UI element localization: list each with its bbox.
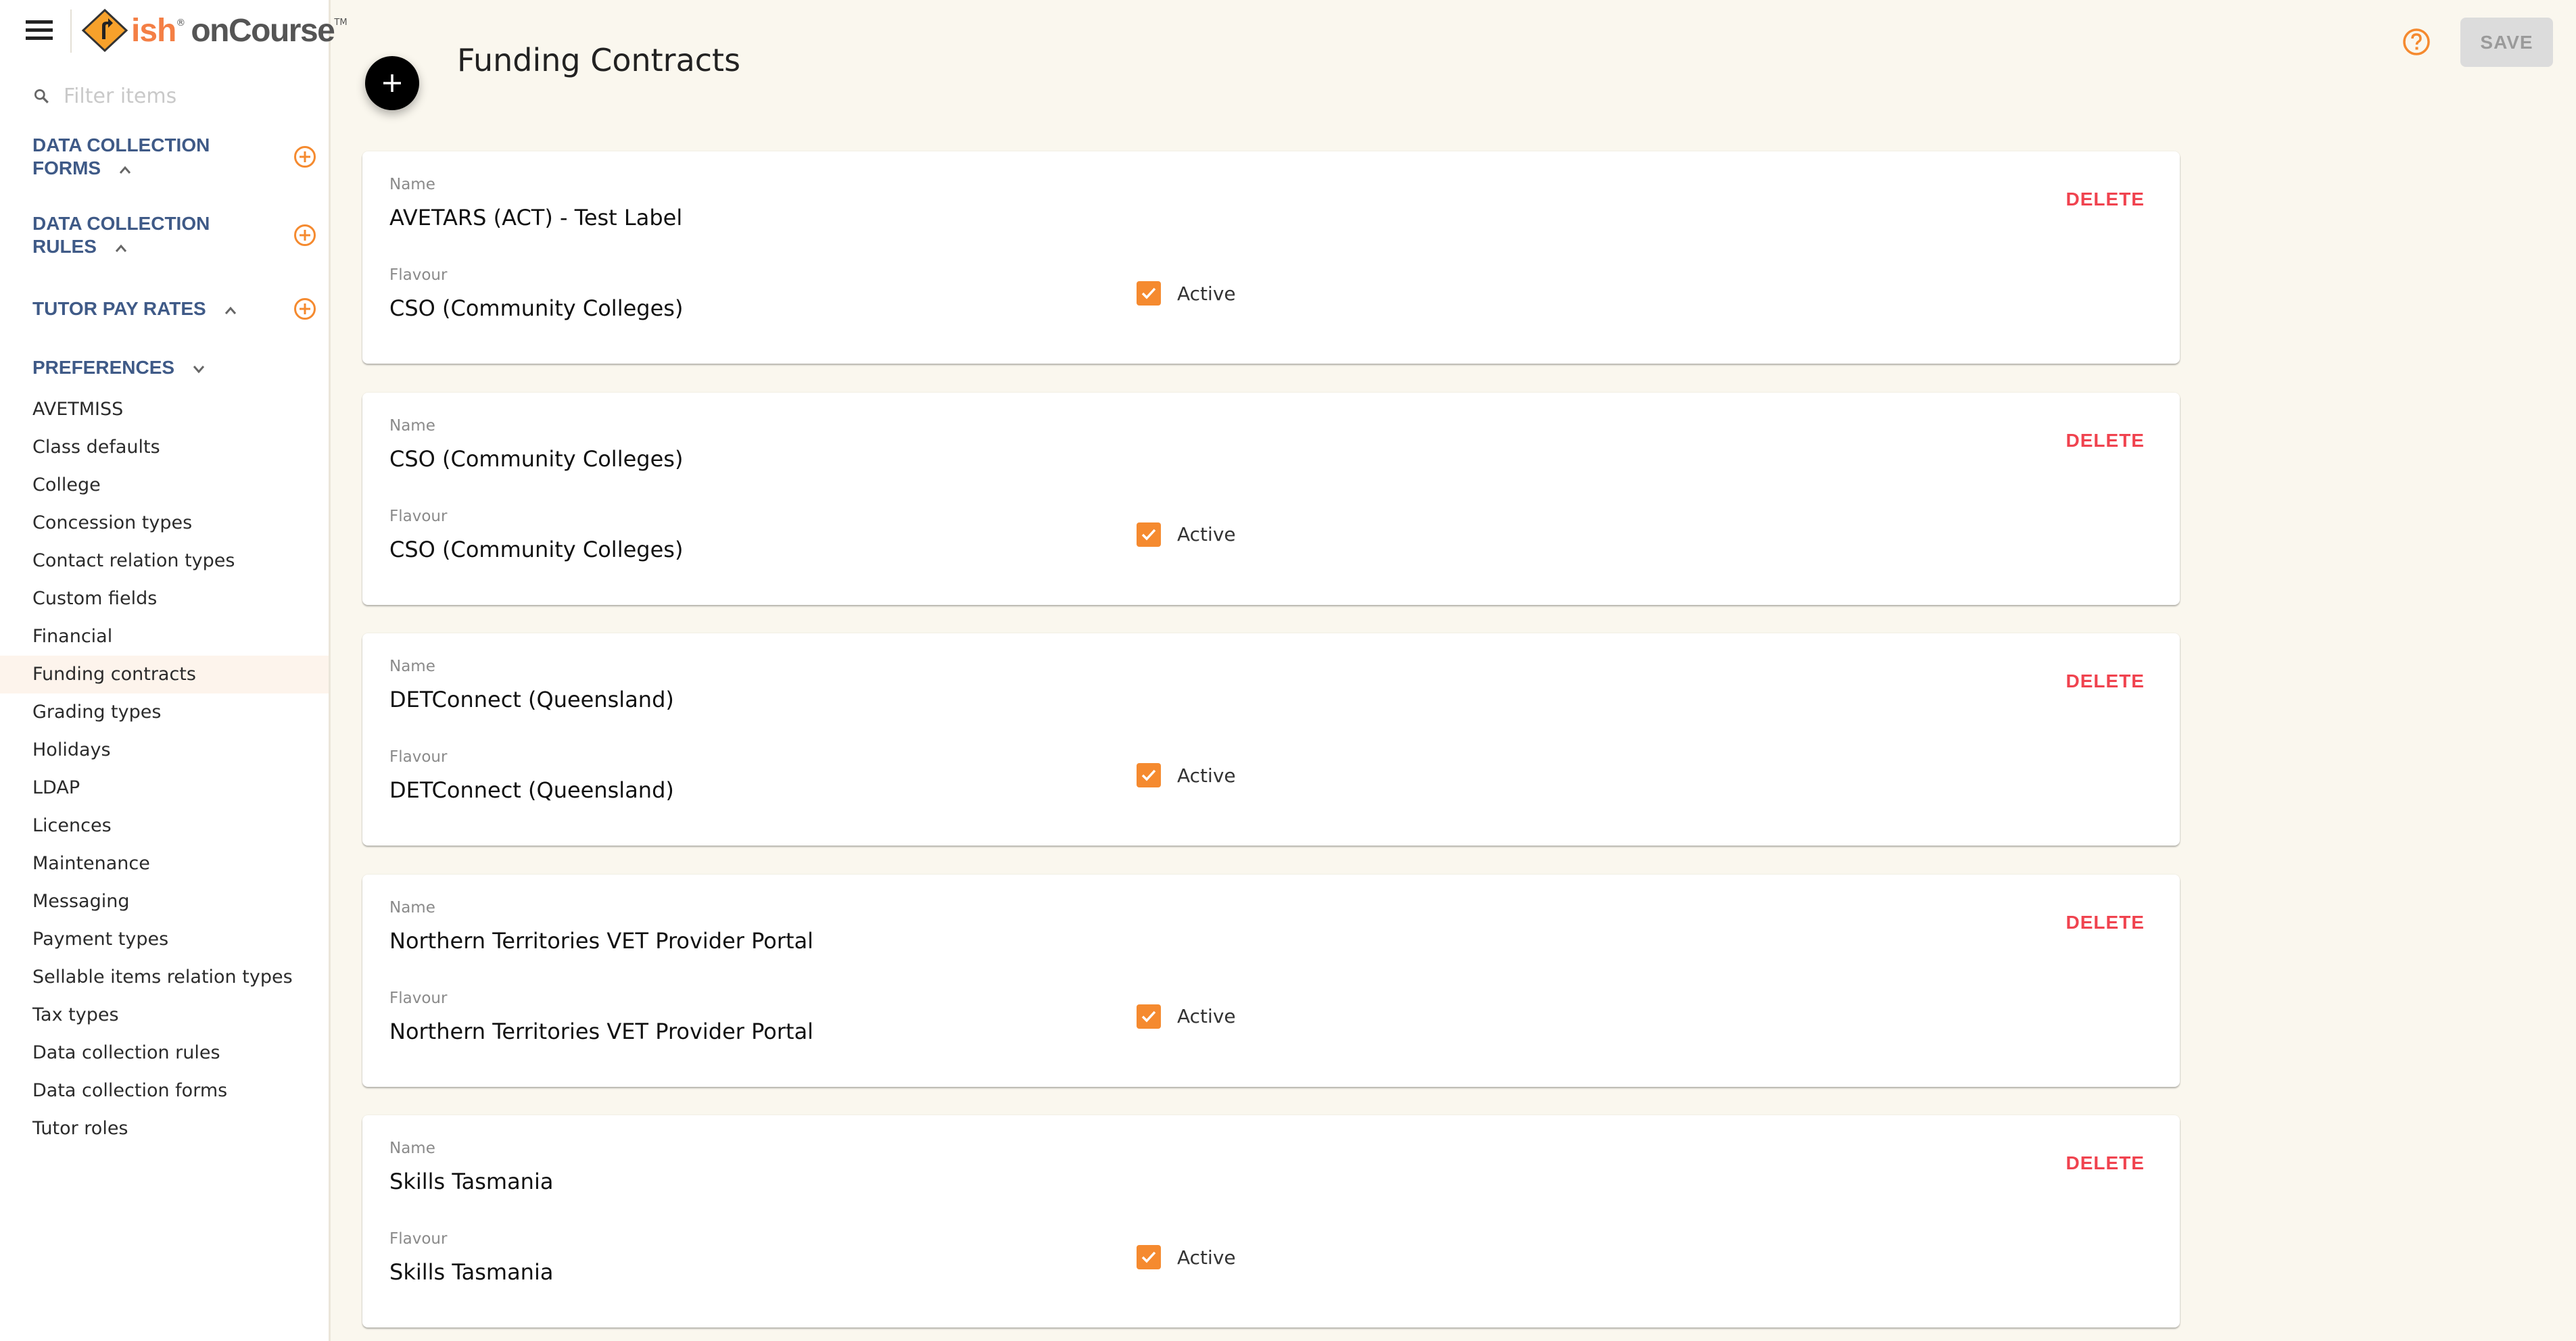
flavour-label: Flavour	[389, 1230, 448, 1248]
menu-icon[interactable]	[26, 20, 53, 41]
active-label: Active	[1177, 764, 1236, 787]
checkbox-checked-icon[interactable]	[1137, 1245, 1161, 1269]
active-checkbox[interactable]: Active	[1137, 281, 1236, 306]
logo-registered: ®	[176, 18, 186, 28]
section-tutor-pay-rates[interactable]: TUTOR PAY RATES	[32, 297, 316, 320]
sidebar-item-grading-types[interactable]: Grading types	[0, 693, 329, 731]
sidebar-item-sellable-items-relation-types[interactable]: Sellable items relation types	[0, 958, 329, 996]
contract-card: Name Northern Territories VET Provider P…	[362, 874, 2180, 1087]
chevron-up-icon[interactable]	[224, 306, 237, 315]
logo-trademark: TM	[334, 18, 348, 28]
logo-ish: ish	[131, 12, 176, 49]
name-value[interactable]: CSO (Community Colleges)	[389, 446, 683, 472]
checkbox-checked-icon[interactable]	[1137, 522, 1161, 547]
chevron-up-icon[interactable]	[118, 165, 132, 174]
flavour-label: Flavour	[389, 989, 448, 1007]
sidebar-item-college[interactable]: College	[0, 466, 329, 504]
sidebar-item-licences[interactable]: Licences	[0, 807, 329, 845]
sidebar-item-class-defaults[interactable]: Class defaults	[0, 429, 329, 466]
flavour-label: Flavour	[389, 748, 448, 766]
add-circle-icon[interactable]	[293, 224, 316, 247]
sidebar-item-payment-types[interactable]: Payment types	[0, 921, 329, 958]
filter-items-input[interactable]	[64, 84, 307, 108]
contract-card: Name Skills Tasmania Flavour Skills Tasm…	[362, 1115, 2180, 1327]
active-label: Active	[1177, 1246, 1236, 1269]
section-data-collection-forms[interactable]: DATA COLLECTION FORMS	[32, 134, 316, 180]
sidebar-item-contact-relation-types[interactable]: Contact relation types	[0, 542, 329, 580]
divider	[70, 9, 72, 53]
contract-card: Name CSO (Community Colleges) Flavour CS…	[362, 392, 2180, 605]
checkbox-checked-icon[interactable]	[1137, 763, 1161, 787]
sidebar-item-avetmiss[interactable]: AVETMISS	[0, 391, 329, 429]
sidebar-header: ish ® onCourse TM	[0, 0, 348, 62]
plus-icon	[383, 74, 401, 92]
sidebar-item-holidays[interactable]: Holidays	[0, 731, 329, 769]
sidebar-item-messaging[interactable]: Messaging	[0, 883, 329, 921]
section-data-collection-rules[interactable]: DATA COLLECTION RULES	[32, 212, 316, 258]
filter-row	[32, 80, 316, 112]
flavour-value[interactable]: Northern Territories VET Provider Portal	[389, 1019, 813, 1044]
active-label: Active	[1177, 523, 1236, 545]
name-value[interactable]: DETConnect (Queensland)	[389, 687, 674, 712]
active-checkbox[interactable]: Active	[1137, 1004, 1236, 1029]
delete-button[interactable]: DELETE	[2066, 912, 2145, 933]
active-checkbox[interactable]: Active	[1137, 763, 1236, 787]
delete-button[interactable]: DELETE	[2066, 670, 2145, 692]
flavour-value[interactable]: Skills Tasmania	[389, 1259, 553, 1285]
save-button[interactable]: SAVE	[2460, 18, 2553, 67]
sidebar-item-funding-contracts[interactable]: Funding contracts	[0, 656, 329, 693]
preferences-list: AVETMISS Class defaults College Concessi…	[0, 391, 329, 1148]
road-sign-icon	[81, 8, 128, 53]
active-label: Active	[1177, 1005, 1236, 1027]
sidebar-item-concession-types[interactable]: Concession types	[0, 504, 329, 542]
name-label: Name	[389, 898, 435, 917]
name-label: Name	[389, 658, 435, 675]
chevron-down-icon[interactable]	[192, 364, 206, 374]
sidebar-item-tax-types[interactable]: Tax types	[0, 996, 329, 1034]
chevron-up-icon[interactable]	[114, 243, 128, 253]
search-icon	[34, 89, 49, 103]
delete-button[interactable]: DELETE	[2066, 430, 2145, 452]
add-circle-icon[interactable]	[293, 145, 316, 168]
active-label: Active	[1177, 282, 1236, 305]
add-circle-icon[interactable]	[293, 297, 316, 320]
name-value[interactable]: Northern Territories VET Provider Portal	[389, 928, 813, 954]
section-preferences[interactable]: PREFERENCES	[32, 356, 316, 379]
flavour-label: Flavour	[389, 266, 448, 284]
contract-card: Name DETConnect (Queensland) Flavour DET…	[362, 633, 2180, 846]
name-label: Name	[389, 176, 435, 193]
flavour-label: Flavour	[389, 507, 448, 525]
section-label: PREFERENCES	[32, 357, 175, 378]
flavour-value[interactable]: CSO (Community Colleges)	[389, 295, 683, 321]
active-checkbox[interactable]: Active	[1137, 1245, 1236, 1269]
sidebar: ish ® onCourse TM DATA COLLECTION FORMS …	[0, 0, 348, 1341]
help-icon[interactable]	[2402, 28, 2431, 56]
checkbox-checked-icon[interactable]	[1137, 1004, 1161, 1029]
sidebar-item-financial[interactable]: Financial	[0, 618, 329, 656]
page-title: Funding Contracts	[457, 42, 741, 78]
sidebar-item-tutor-roles[interactable]: Tutor roles	[0, 1110, 329, 1148]
name-label: Name	[389, 1140, 435, 1157]
name-value[interactable]: AVETARS (ACT) - Test Label	[389, 205, 682, 230]
checkbox-checked-icon[interactable]	[1137, 281, 1161, 306]
name-value[interactable]: Skills Tasmania	[389, 1169, 553, 1194]
add-contract-button[interactable]	[365, 56, 419, 110]
sidebar-item-custom-fields[interactable]: Custom fields	[0, 580, 329, 618]
name-label: Name	[389, 416, 435, 435]
section-label: TUTOR PAY RATES	[32, 298, 206, 319]
active-checkbox[interactable]: Active	[1137, 522, 1236, 547]
logo-oncourse: onCourse	[191, 12, 335, 49]
sidebar-item-ldap[interactable]: LDAP	[0, 769, 329, 807]
delete-button[interactable]: DELETE	[2066, 1152, 2145, 1174]
sidebar-item-maintenance[interactable]: Maintenance	[0, 845, 329, 883]
sidebar-item-data-collection-forms[interactable]: Data collection forms	[0, 1072, 329, 1110]
delete-button[interactable]: DELETE	[2066, 189, 2145, 210]
flavour-value[interactable]: CSO (Community Colleges)	[389, 537, 683, 562]
contract-card: Name AVETARS (ACT) - Test Label Flavour …	[362, 151, 2180, 364]
app-logo[interactable]: ish ® onCourse TM	[81, 8, 348, 53]
sidebar-item-data-collection-rules[interactable]: Data collection rules	[0, 1034, 329, 1072]
flavour-value[interactable]: DETConnect (Queensland)	[389, 777, 674, 803]
